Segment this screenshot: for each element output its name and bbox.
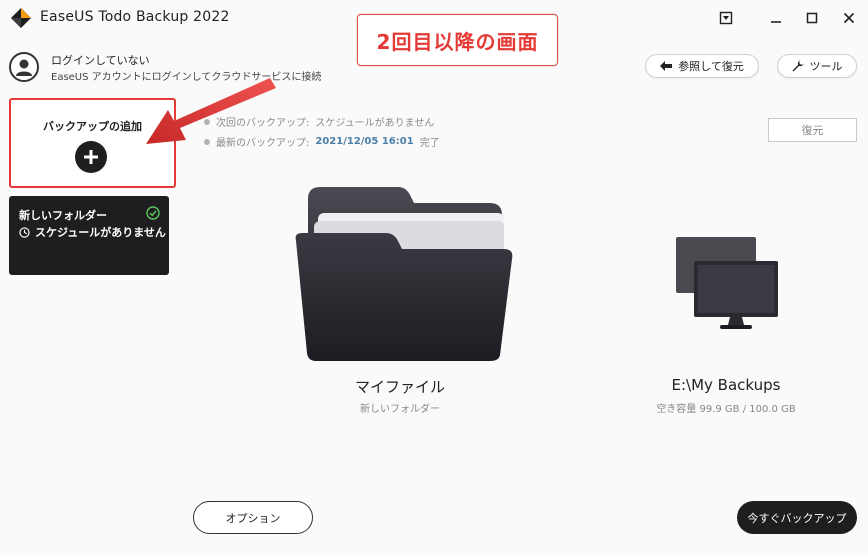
status-dot-icon xyxy=(204,138,210,145)
next-backup-value: スケジュールがありません xyxy=(315,118,435,129)
destination-title: E:\My Backups xyxy=(671,376,781,394)
app-window: EaseUS Todo Backup 2022 ログインしていない EaseUS xyxy=(0,0,868,555)
monitor-icon[interactable] xyxy=(672,235,782,333)
backup-task-card[interactable]: 新しいフォルダー スケジュールがありません xyxy=(9,196,169,275)
destination-subtitle: 空き容量 99.9 GB / 100.0 GB xyxy=(656,404,796,415)
options-button[interactable]: オプション xyxy=(193,501,313,534)
wrench-icon xyxy=(792,60,803,72)
plus-icon[interactable] xyxy=(75,141,107,173)
source-subtitle: 新しいフォルダー xyxy=(360,404,440,415)
last-backup-date: 2021/12/05 16:01 xyxy=(315,136,414,147)
last-backup-label: 最新のバックアップ: xyxy=(216,138,310,149)
clock-icon xyxy=(19,226,30,238)
restore-button[interactable]: 復元 xyxy=(768,118,857,142)
browse-restore-button[interactable]: 参照して復元 xyxy=(645,54,759,78)
maximize-icon[interactable] xyxy=(801,8,823,28)
dropdown-menu-icon[interactable] xyxy=(715,8,737,28)
avatar-icon[interactable] xyxy=(9,52,39,82)
annotation-banner: 2回目以降の画面 xyxy=(357,14,558,66)
source-title: マイファイル xyxy=(354,378,445,396)
task-name: 新しいフォルダー xyxy=(19,209,107,222)
tools-button[interactable]: ツール xyxy=(777,54,857,78)
app-title: EaseUS Todo Backup 2022 xyxy=(40,9,230,25)
backup-now-button[interactable]: 今すぐバックアップ xyxy=(737,501,857,534)
last-backup-result: 完了 xyxy=(419,138,440,149)
status-dot-icon xyxy=(204,118,210,125)
next-backup-label: 次回のバックアップ: xyxy=(216,118,310,129)
browse-restore-label: 参照して復元 xyxy=(678,60,744,73)
minimize-icon[interactable] xyxy=(765,8,787,28)
task-schedule-text: スケジュールがありません xyxy=(35,226,166,239)
back-arrow-icon xyxy=(660,61,673,71)
folder-icon[interactable] xyxy=(290,185,515,365)
app-logo-icon xyxy=(11,8,31,28)
task-schedule: スケジュールがありません xyxy=(19,224,166,240)
next-backup-status: 次回のバックアップ: スケジュールがありません xyxy=(204,114,434,129)
tools-label: ツール xyxy=(809,60,843,73)
check-circle-icon xyxy=(146,206,160,220)
login-status[interactable]: ログインしていない xyxy=(51,52,150,68)
last-backup-status: 最新のバックアップ: 2021/12/05 16:01 完了 xyxy=(204,134,440,149)
close-icon[interactable] xyxy=(838,8,860,28)
